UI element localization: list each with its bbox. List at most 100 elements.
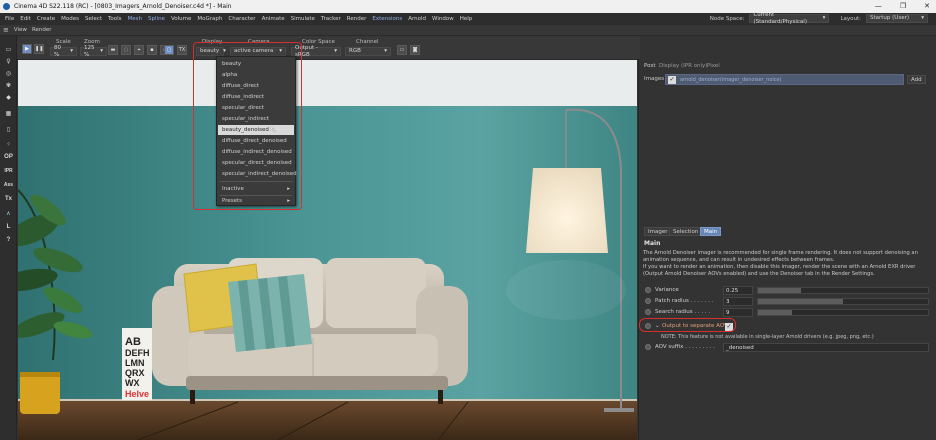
menu-bar: File Edit Create Modes Select Tools Mesh… — [0, 12, 936, 25]
menu-edit[interactable]: Edit — [20, 16, 31, 22]
menu-create[interactable]: Create — [37, 16, 55, 22]
menu-tracker[interactable]: Tracker — [321, 16, 341, 22]
menu-mesh[interactable]: Mesh — [128, 16, 142, 22]
image-enabled-checkbox[interactable]: ✓ — [668, 76, 676, 84]
menu-character[interactable]: Character — [228, 16, 255, 22]
menu-tools[interactable]: Tools — [108, 16, 122, 22]
animate-icon[interactable] — [645, 344, 651, 350]
menu-file[interactable]: File — [5, 16, 14, 22]
menu-view[interactable]: View — [14, 27, 27, 33]
close-button[interactable]: ✕ — [924, 0, 930, 13]
render-viewport[interactable]: AB DEFH LMN QRX WX Helve — [18, 60, 637, 440]
section-title: Main — [644, 240, 661, 247]
poster-line-3: LMN — [125, 358, 145, 368]
variance-param: Variance 0.25 — [643, 286, 933, 295]
region-icon[interactable]: ◌ — [121, 45, 131, 55]
variance-slider[interactable] — [757, 287, 929, 294]
animate-icon[interactable] — [645, 309, 651, 315]
help-button[interactable]: ? — [2, 235, 15, 246]
tx-button[interactable]: TX — [177, 45, 187, 55]
variance-input[interactable]: 0.25 — [723, 286, 753, 295]
window-title: Cinema 4D S22.118 (RC) - [0803_Imagers_A… — [14, 3, 232, 10]
animate-icon[interactable] — [645, 298, 651, 304]
zoom-select[interactable]: 125 % ▾ — [80, 45, 107, 58]
options-icon[interactable]: ▭ — [397, 45, 407, 55]
select-region-icon[interactable]: ▢ — [164, 45, 174, 55]
pause-icon[interactable]: ❚❚ — [34, 44, 44, 54]
cinema4d-logo-icon — [3, 3, 10, 10]
search-radius-slider[interactable] — [757, 309, 929, 316]
doc-icon[interactable]: ▯ — [2, 124, 15, 135]
imager-attributes-panel: Post Display (IPR only) Pixel Images ✓ a… — [638, 60, 936, 440]
channel-select[interactable]: RGB ▾ — [345, 47, 391, 56]
minimize-button[interactable]: — — [875, 0, 882, 13]
poster-line-2: DEFH — [125, 348, 150, 358]
scale-select[interactable]: 80 % ▾ — [50, 45, 77, 58]
l-button[interactable]: L — [2, 222, 15, 233]
menu-animate[interactable]: Animate — [262, 16, 285, 22]
render-view-icon[interactable]: ▭ — [2, 44, 15, 55]
menu-extensions[interactable]: Extensions — [372, 16, 402, 22]
aov-suffix-param: AOV suffix . . . . . . . . . _denoised — [643, 343, 933, 352]
aov-suffix-input[interactable]: _denoised — [723, 343, 929, 352]
op-button[interactable]: OP — [2, 152, 15, 163]
menu-help[interactable]: Help — [460, 16, 473, 22]
menu-render[interactable]: Render — [347, 16, 367, 22]
crosshair-icon[interactable]: ⌖ — [134, 45, 144, 55]
poster-line-4: QRX — [125, 368, 145, 378]
lock-icon[interactable]: ▪ — [147, 45, 157, 55]
search-radius-input[interactable]: 9 — [723, 308, 753, 317]
menu-modes[interactable]: Modes — [61, 16, 79, 22]
light-icon[interactable]: ♀ — [2, 56, 15, 67]
ipr-button[interactable]: IPR — [2, 166, 15, 177]
search-radius-param: Search radius . . . . . 9 — [643, 308, 933, 317]
subtab-main[interactable]: Main — [700, 227, 722, 236]
ipr-toolbar: ▶ ❚❚ Scale 80 %▾ Zoom 125 %▾ ▬ ◌ ⌖ ▪ ▫ ▢… — [0, 36, 640, 60]
images-list[interactable]: ✓ arnold_denoiser(imager_denoiser_noice) — [665, 74, 904, 85]
ceiling — [18, 60, 637, 106]
subtab-imager[interactable]: Imager — [644, 227, 672, 236]
arnold-sidebar: ▭ ♀ ◎ ✾ ◆ ▦ ▯ ⁘ OP IPR Ass Tx ∧ L ? — [0, 36, 17, 440]
menu-render-pv[interactable]: Render — [32, 27, 52, 33]
tab-pixel[interactable]: Pixel — [707, 63, 720, 69]
animate-icon[interactable] — [645, 287, 651, 293]
layout-label: Layout: — [840, 15, 861, 22]
menu-select[interactable]: Select — [85, 16, 102, 22]
sphere-icon[interactable]: ◎ — [2, 68, 15, 79]
subtab-selection[interactable]: Selection — [669, 227, 703, 236]
compare-icon[interactable]: ▬ — [108, 45, 118, 55]
chevron-down-icon: ▾ — [70, 48, 73, 54]
ass-button[interactable]: Ass — [2, 180, 15, 191]
add-button[interactable]: Add — [907, 75, 926, 84]
arnold-icon[interactable]: ∧ — [2, 208, 15, 219]
menu-mograph[interactable]: MoGraph — [197, 16, 222, 22]
maximize-button[interactable]: ❐ — [900, 0, 906, 13]
camera-icon[interactable]: ◙ — [410, 45, 420, 55]
hamburger-icon[interactable]: ≡ — [3, 26, 9, 34]
play-icon[interactable]: ▶ — [22, 44, 32, 54]
tab-post[interactable]: Post — [644, 63, 656, 69]
menu-simulate[interactable]: Simulate — [291, 16, 315, 22]
shape-icon[interactable]: ◆ — [2, 92, 15, 103]
dropdown-highlight — [193, 42, 302, 210]
chevron-down-icon: ▾ — [822, 15, 826, 21]
imager-entry[interactable]: arnold_denoiser(imager_denoiser_noice) — [680, 77, 782, 83]
nodes-icon[interactable]: ✾ — [2, 80, 15, 91]
patch-radius-slider[interactable] — [757, 298, 929, 305]
tab-display-ipr[interactable]: Display (IPR only) — [659, 63, 707, 69]
poster-line-5: WX — [125, 378, 140, 388]
menu-volume[interactable]: Volume — [171, 16, 191, 22]
tx-side-button[interactable]: Tx — [2, 194, 15, 205]
menu-spline[interactable]: Spline — [148, 16, 165, 22]
menu-arnold[interactable]: Arnold — [408, 16, 426, 22]
output-aov-highlight — [639, 318, 736, 332]
node-space-select[interactable]: Current (Standard/Physical) ▾ — [749, 12, 830, 25]
menu-window[interactable]: Window — [432, 16, 454, 22]
chevron-down-icon: ▾ — [334, 48, 337, 54]
channel-label: Channel — [356, 39, 379, 45]
chevron-down-icon: ▾ — [921, 15, 924, 21]
grid-icon[interactable]: ▦ — [2, 108, 15, 119]
patch-radius-input[interactable]: 3 — [723, 297, 753, 306]
dots-icon[interactable]: ⁘ — [2, 139, 15, 150]
layout-select[interactable]: Startup (User) ▾ — [866, 14, 928, 23]
